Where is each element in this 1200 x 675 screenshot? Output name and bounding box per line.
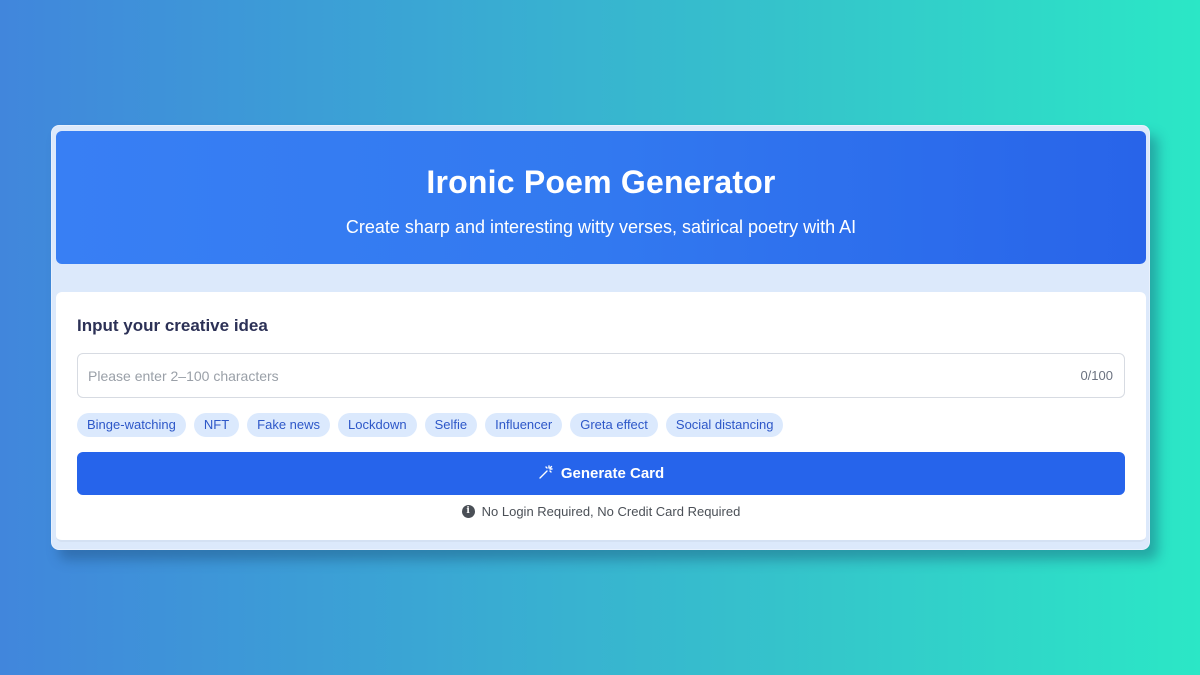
tag-nft[interactable]: NFT [193,413,240,437]
character-counter: 0/100 [1080,368,1113,383]
tag-greta-effect[interactable]: Greta effect [570,413,658,437]
idea-input[interactable] [78,354,1038,397]
input-card: Input your creative idea 0/100 Binge-wat… [56,292,1146,542]
tag-binge-watching[interactable]: Binge-watching [77,413,186,437]
tag-influencer[interactable]: Influencer [485,413,563,437]
generate-card-label: Generate Card [560,465,665,482]
page-subtitle: Create sharp and interesting witty verse… [345,217,857,237]
info-icon: i [461,505,475,518]
tag-social-distancing[interactable]: Social distancing [665,413,784,437]
header-banner: Ironic Poem Generator Create sharp and i… [56,131,1146,264]
no-login-note-text: No Login Required, No Credit Card Requir… [481,504,741,519]
section-title: Input your creative idea [77,316,268,335]
page-title: Ironic Poem Generator [426,164,776,200]
tag-fake-news[interactable]: Fake news [247,413,331,437]
tag-lockdown[interactable]: Lockdown [338,413,417,437]
idea-input-wrapper: 0/100 [77,353,1125,398]
no-login-note: i No Login Required, No Credit Card Requ… [56,504,1146,519]
tag-selfie[interactable]: Selfie [424,413,478,437]
generate-card-button[interactable]: Generate Card [77,452,1125,495]
app-frame: Ironic Poem Generator Create sharp and i… [51,125,1150,550]
magic-wand-icon [538,464,554,483]
suggestion-tags: Binge-watching NFT Fake news Lockdown Se… [77,413,784,437]
